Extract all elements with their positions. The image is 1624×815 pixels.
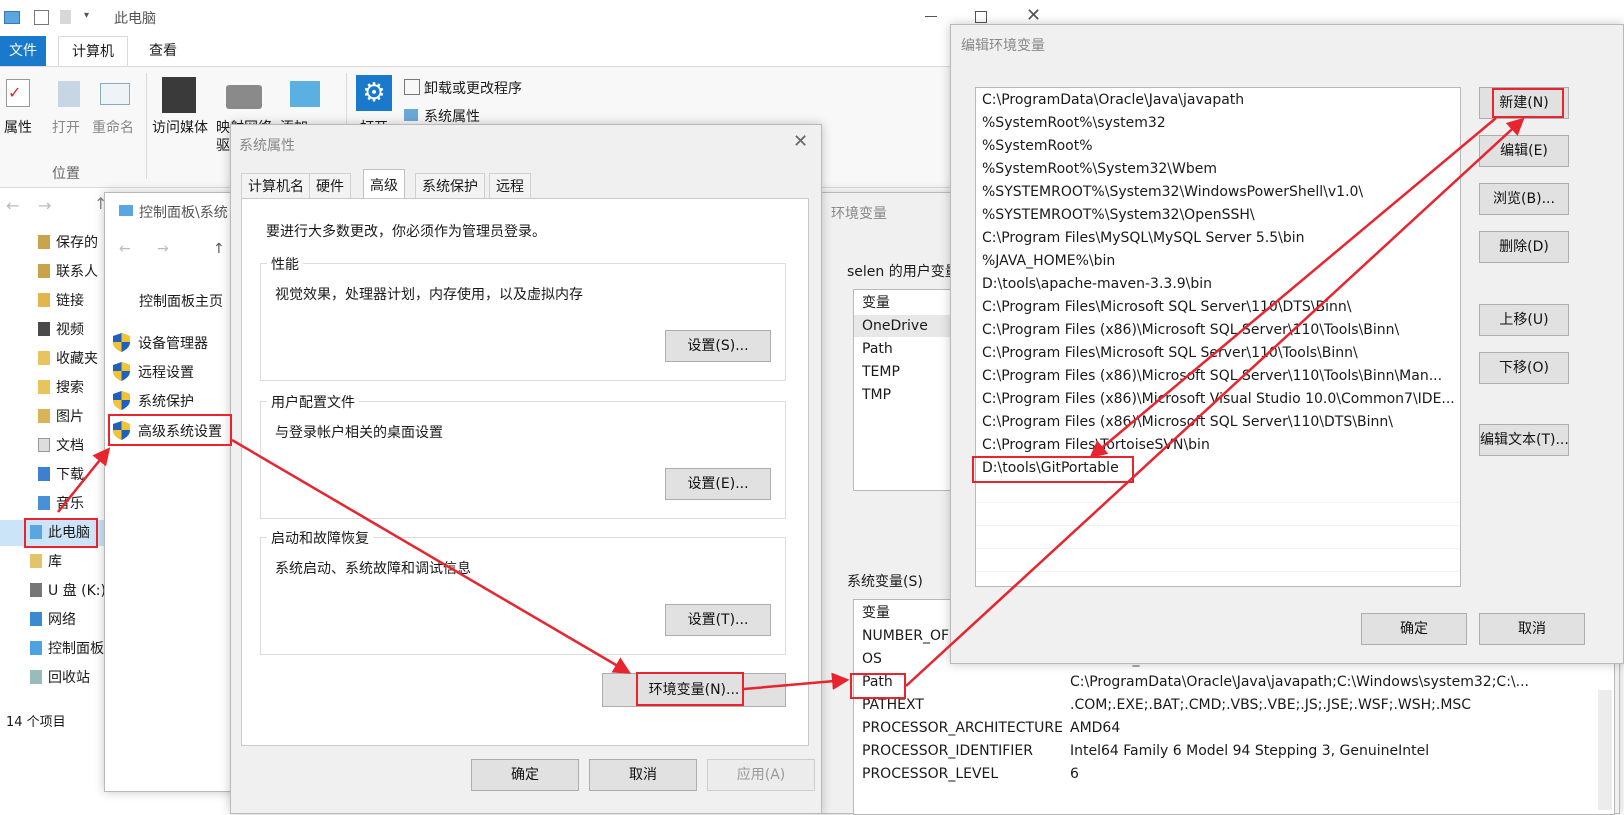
arrow-advanced-to-env-button [231,438,632,674]
arrow-new-button-to-entry [1089,117,1497,459]
arrow-this-pc-to-advanced [57,447,111,513]
annotation-arrows [57,117,1525,691]
arrow-path-to-new-button [905,117,1525,687]
arrow-env-button-to-path [743,672,850,691]
